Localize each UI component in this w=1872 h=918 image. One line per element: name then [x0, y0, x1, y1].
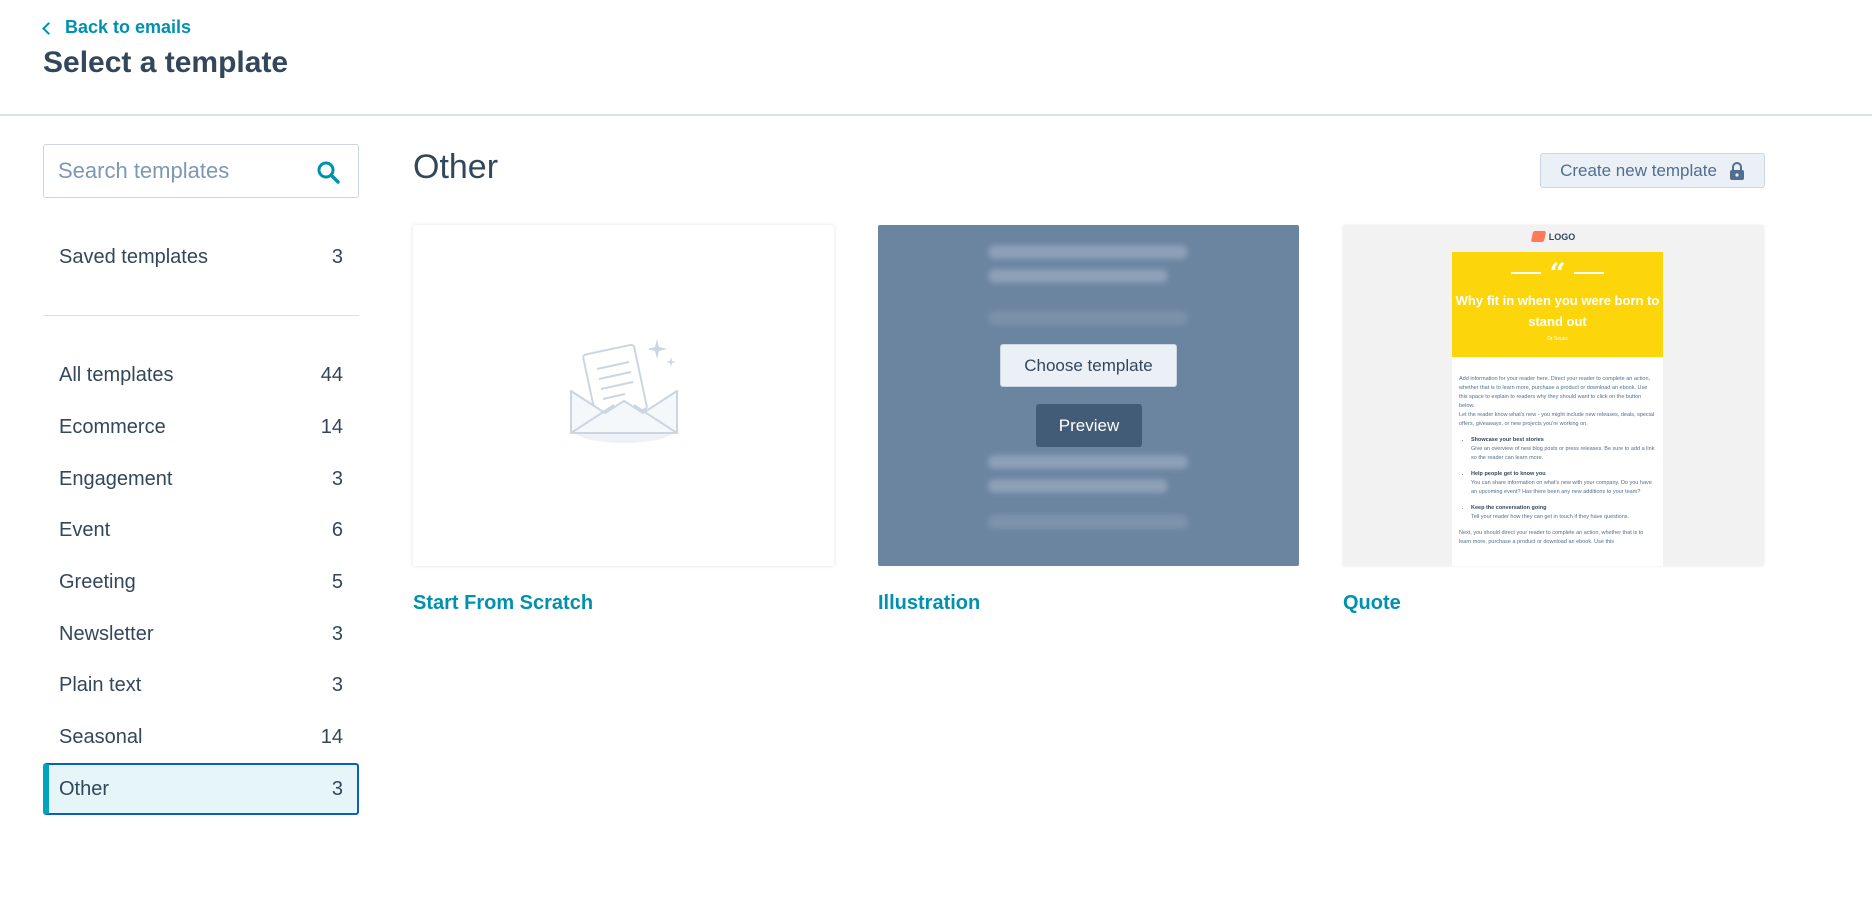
sidebar-item-label: Newsletter — [59, 622, 154, 645]
quote-preview-body: Add information for your reader here. Di… — [1459, 375, 1657, 547]
sidebar-item-label: Seasonal — [59, 725, 143, 748]
back-link-label: Back to emails — [65, 17, 192, 37]
search-icon[interactable] — [316, 160, 340, 184]
sidebar-item-label: All templates — [59, 363, 174, 386]
sidebar-item-engagement[interactable]: Engagement 3 — [43, 453, 359, 505]
sidebar-item-newsletter[interactable]: Newsletter 3 — [43, 608, 359, 660]
quote-divider — [1511, 272, 1542, 274]
sidebar-item-count: 3 — [331, 622, 343, 645]
chevron-left-icon — [42, 21, 55, 35]
template-title-quote[interactable]: Quote — [1343, 592, 1401, 615]
quote-mark-icon: “ — [1549, 257, 1566, 290]
sidebar-item-count: 5 — [331, 570, 343, 593]
quote-author: Dr Seuss — [1547, 336, 1568, 342]
logo-text: LOGO — [1548, 231, 1576, 242]
sidebar-item-label: Plain text — [59, 673, 142, 696]
bullet-title: Showcase your best stories — [1471, 437, 1544, 443]
section-title: Other — [413, 148, 499, 186]
blurred-preview-line — [988, 515, 1188, 529]
blurred-preview-line — [988, 269, 1168, 283]
sidebar-item-label: Event — [59, 518, 111, 541]
sidebar-item-label: Ecommerce — [59, 415, 166, 438]
sidebar-item-label: Saved templates — [59, 245, 208, 268]
sidebar-item-count: 6 — [331, 518, 343, 541]
lock-icon — [1729, 161, 1744, 180]
sidebar-item-count: 3 — [331, 673, 343, 696]
search-input[interactable] — [58, 145, 298, 197]
sidebar-item-count: 14 — [320, 725, 343, 748]
preview-paragraph: Next, you should direct your reader to c… — [1459, 530, 1644, 545]
preview-bullet: Keep the conversation going Tell your rea… — [1471, 504, 1657, 522]
blurred-preview-line — [988, 245, 1188, 259]
sidebar-item-count: 3 — [331, 777, 343, 800]
quote-mark-row: “ — [1452, 257, 1663, 290]
sidebar-item-count: 14 — [320, 415, 343, 438]
sidebar-item-count: 3 — [331, 467, 343, 490]
quote-headline: Why fit in when you were born to stand o… — [1455, 293, 1660, 329]
preview-button[interactable]: Preview — [1036, 404, 1142, 447]
sidebar-item-plain-text[interactable]: Plain text 3 — [43, 659, 359, 711]
sidebar-item-count: 44 — [320, 363, 343, 386]
template-card-illustration[interactable]: Choose template Preview — [878, 225, 1299, 566]
bullet-title: Help people get to know you — [1471, 471, 1546, 477]
bullet-text: You can share information on what's new … — [1471, 480, 1652, 495]
page-header: Back to emails Select a template — [0, 0, 1872, 116]
sidebar-item-seasonal[interactable]: Seasonal 14 — [43, 711, 359, 763]
sidebar-divider — [43, 315, 359, 316]
logo-mark-icon — [1530, 231, 1546, 242]
bullet-title: Keep the conversation going — [1471, 505, 1547, 511]
blurred-preview-line — [988, 455, 1188, 469]
bullet-text: Give an overview of new blog posts or pr… — [1471, 446, 1655, 461]
sidebar-item-saved-templates[interactable]: Saved templates 3 — [43, 231, 359, 283]
sidebar-item-greeting[interactable]: Greeting 5 — [43, 556, 359, 608]
sidebar-item-all-templates[interactable]: All templates 44 — [43, 349, 359, 401]
back-to-emails-link[interactable]: Back to emails — [42, 17, 192, 38]
template-card-start-from-scratch[interactable] — [413, 225, 834, 566]
quote-preview-sheet: “ Why fit in when you were born to stand… — [1452, 252, 1663, 566]
sidebar-item-ecommerce[interactable]: Ecommerce 14 — [43, 401, 359, 453]
choose-template-button[interactable]: Choose template — [1000, 344, 1177, 387]
preview-bullet-list: Showcase your best stories Give an overvi… — [1471, 436, 1657, 522]
bullet-text: Tell your reader how they can get in tou… — [1471, 514, 1630, 520]
template-title-start-from-scratch[interactable]: Start From Scratch — [413, 592, 593, 615]
sidebar-item-label: Greeting — [59, 570, 136, 593]
template-card-quote[interactable]: LOGO “ Why fit in when you were born to … — [1343, 225, 1764, 566]
preview-bullet: Help people get to know you You can share… — [1471, 470, 1657, 497]
create-button-label: Create new template — [1560, 160, 1717, 180]
preview-paragraph: Let the reader know what's new - you mig… — [1459, 412, 1655, 427]
sidebar-item-count: 3 — [331, 245, 343, 268]
page-title: Select a template — [43, 46, 289, 79]
sidebar-item-event[interactable]: Event 6 — [43, 504, 359, 556]
search-box — [43, 144, 359, 198]
sidebar-item-label: Engagement — [59, 467, 173, 490]
preview-paragraph: Add information for your reader here. Di… — [1459, 376, 1651, 409]
blurred-preview-line — [988, 479, 1168, 493]
blurred-preview-line — [988, 311, 1188, 325]
template-title-illustration[interactable]: Illustration — [878, 592, 980, 615]
preview-bullet: Showcase your best stories Give an overvi… — [1471, 436, 1657, 463]
sidebar-item-label: Other — [59, 777, 110, 800]
quote-divider — [1573, 272, 1604, 274]
quote-preview-banner: “ Why fit in when you were born to stand… — [1452, 252, 1663, 357]
create-new-template-button[interactable]: Create new template — [1540, 153, 1765, 188]
quote-preview-logo: LOGO — [1343, 231, 1764, 242]
envelope-illustration-icon — [570, 339, 678, 443]
sidebar-item-other[interactable]: Other 3 — [43, 763, 359, 815]
